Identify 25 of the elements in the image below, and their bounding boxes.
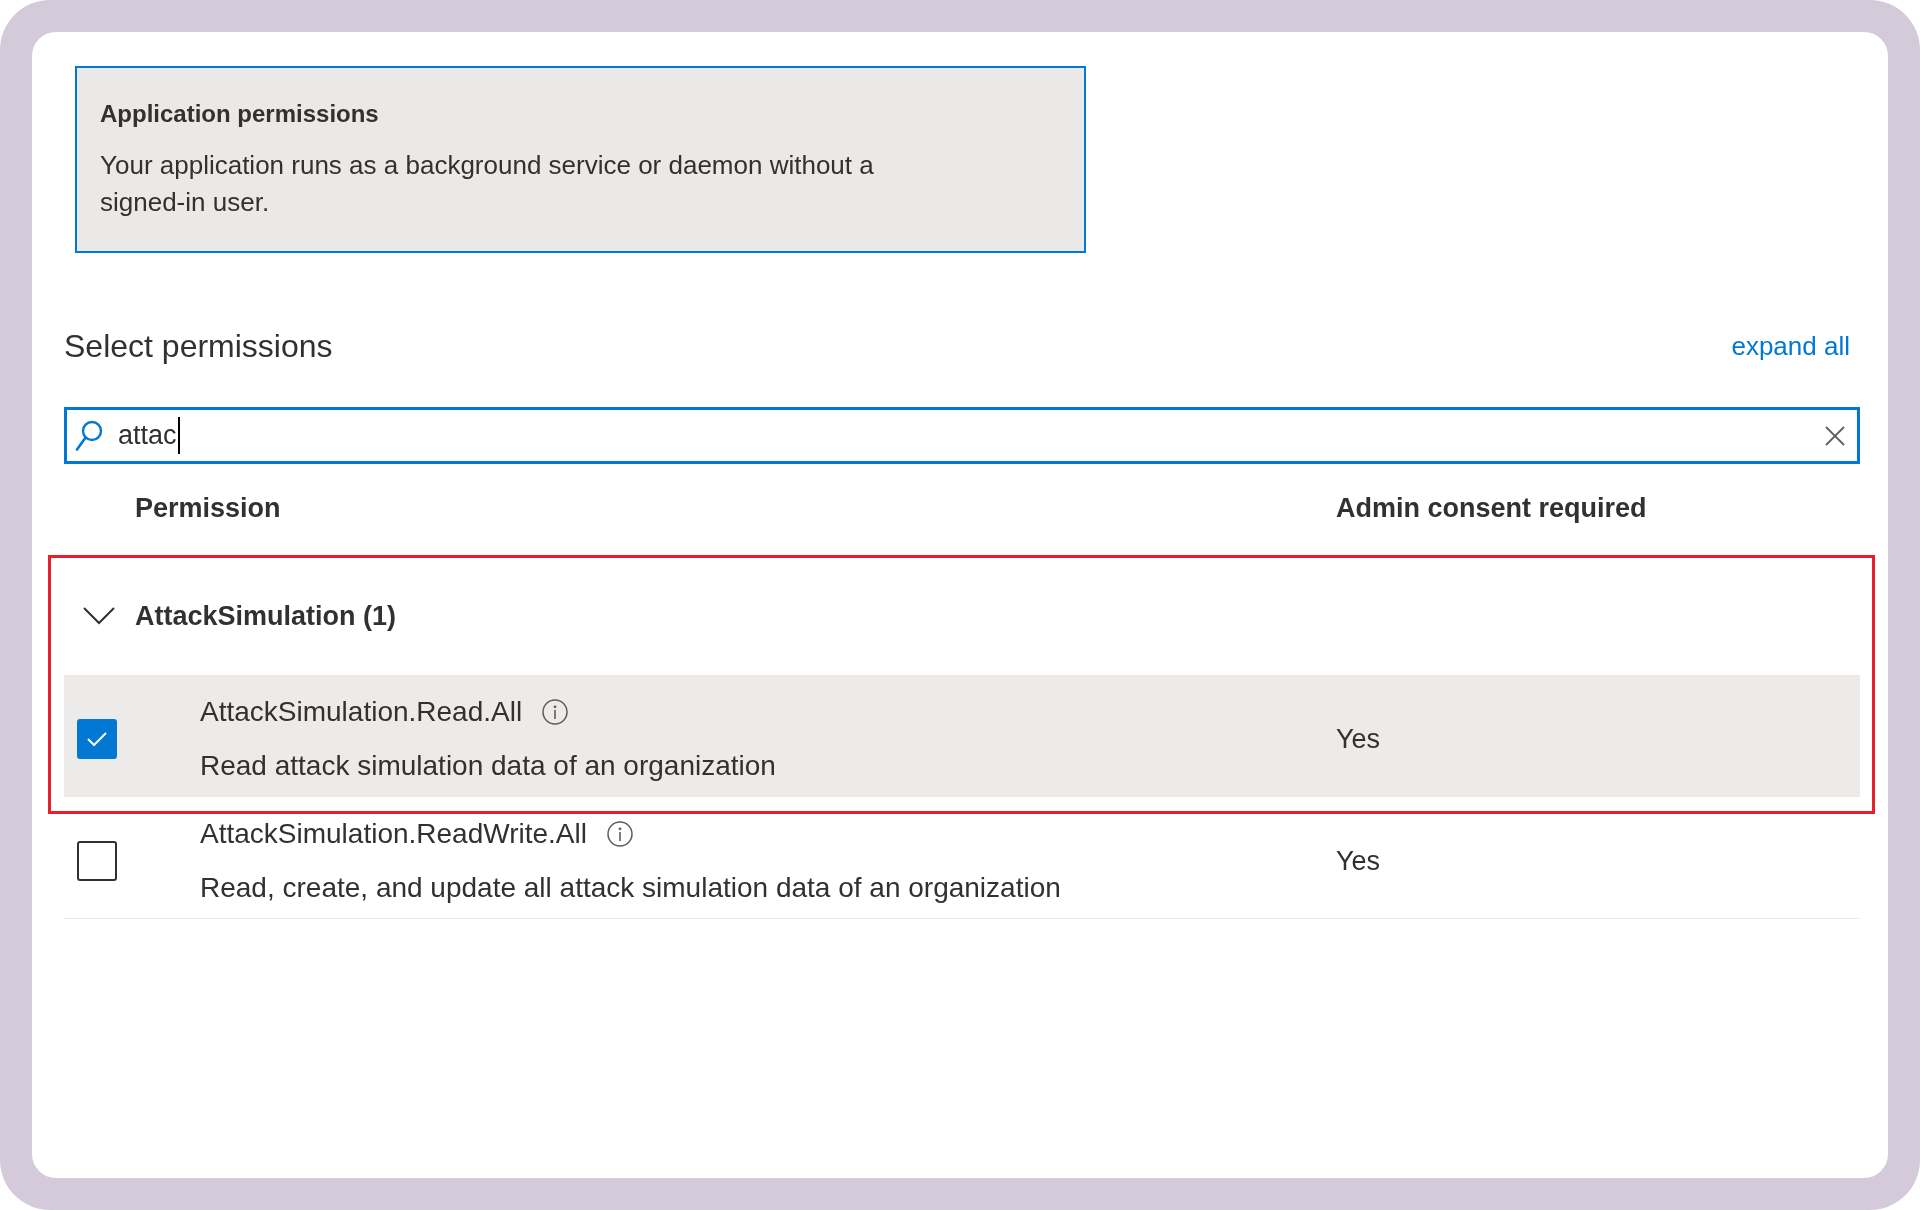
search-field[interactable]: attac: [64, 407, 1860, 464]
permission-type-card[interactable]: Application permissions Your application runs as a background service or daemon without a signed-in user.: [75, 66, 1086, 253]
column-header: Admin consent required: [1336, 493, 1647, 524]
permission-description: Read attack simulation data of an organization: [200, 749, 777, 783]
checkbox[interactable]: [77, 841, 117, 881]
group-toggle[interactable]: AttackSimulation (1): [64, 553, 1860, 675]
permission-description: Read, create, and update all attack simulation data of an organization: [200, 871, 1062, 905]
column-header: Permission: [135, 493, 282, 524]
card-description: Your application runs as a background service or daemon without a signed-in user.: [100, 149, 875, 219]
info-icon[interactable]: [542, 699, 569, 725]
consent-value: Yes: [1336, 845, 1382, 877]
section-heading: Select permissions: [64, 327, 333, 366]
consent-value: Yes: [1336, 723, 1382, 755]
chevron-down-icon: [83, 607, 115, 625]
permission-name: AttackSimulation.Read.All: [200, 695, 523, 729]
close-icon: [1825, 425, 1845, 446]
expand-all-link[interactable]: expand all: [1731, 330, 1850, 362]
text-cursor: [177, 417, 180, 454]
checkmark-icon: [86, 731, 108, 747]
card-title: Application permissions: [100, 99, 380, 129]
checkbox[interactable]: [77, 719, 117, 759]
search-icon: [75, 420, 103, 451]
permission-name: AttackSimulation.ReadWrite.All: [200, 817, 587, 851]
info-icon[interactable]: [606, 821, 633, 847]
clear-button[interactable]: [1825, 425, 1845, 446]
